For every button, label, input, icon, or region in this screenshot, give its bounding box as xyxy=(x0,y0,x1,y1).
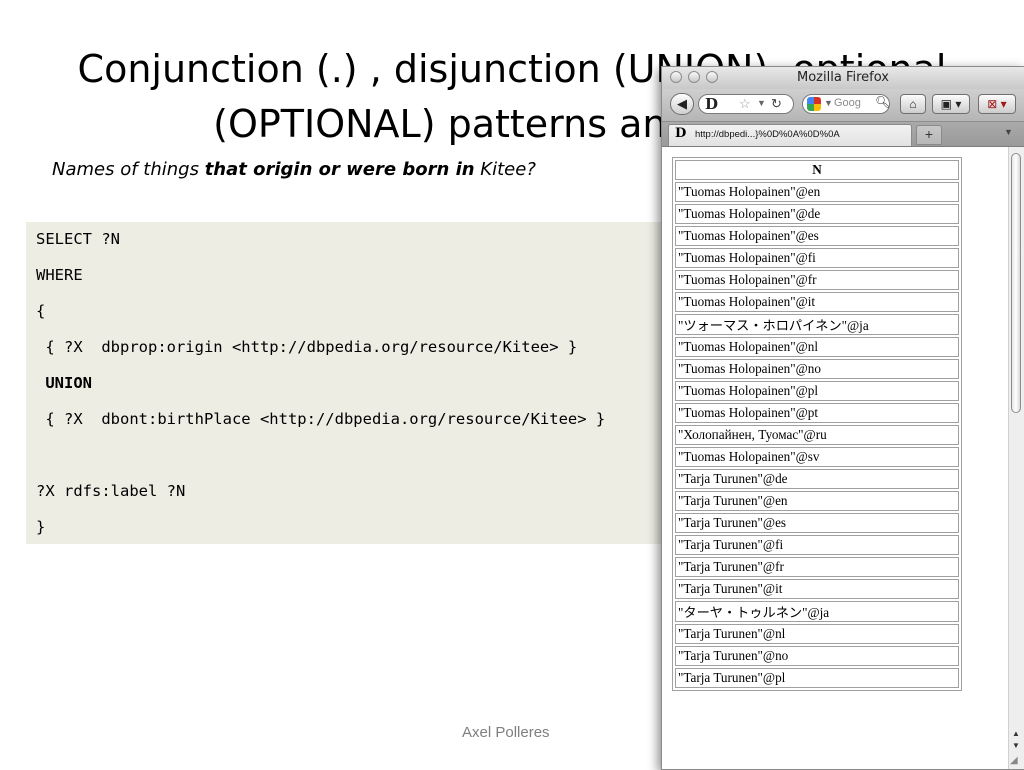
table-row: "Tarja Turunen"@nl xyxy=(675,624,959,644)
search-bar[interactable]: ▼ Goog 🔍︎ xyxy=(802,94,890,114)
result-cell: "Холопайнен, Туомас"@ru xyxy=(675,425,959,445)
window-title: Mozilla Firefox xyxy=(797,70,889,85)
tab-favicon: D xyxy=(675,126,687,141)
table-row: "Tarja Turunen"@fr xyxy=(675,557,959,577)
result-cell: "Tarja Turunen"@fi xyxy=(675,535,959,555)
table-row: "Tuomas Holopainen"@de xyxy=(675,204,959,224)
result-cell: "Tarja Turunen"@fr xyxy=(675,557,959,577)
table-row: "Tuomas Holopainen"@pt xyxy=(675,403,959,423)
subtitle-part-3: Kitee xyxy=(474,159,527,180)
result-cell: "Tuomas Holopainen"@fi xyxy=(675,248,959,268)
code-line: } xyxy=(36,518,46,536)
code-line: SELECT ?N xyxy=(36,230,120,248)
tab-label: http://dbpedi...}%0D%0A%0D%0A xyxy=(695,129,840,140)
code-line: { xyxy=(36,302,46,320)
site-favicon: D xyxy=(705,95,719,113)
scroll-up-icon[interactable]: ▲ xyxy=(1012,729,1020,738)
table-row: "Tuomas Holopainen"@sv xyxy=(675,447,959,467)
result-cell: "Tuomas Holopainen"@it xyxy=(675,292,959,312)
back-button[interactable]: ◀ xyxy=(670,93,694,115)
vertical-scrollbar[interactable]: ▲ ▼ xyxy=(1008,147,1024,769)
navigation-toolbar: ◀ D ☆ ▼ ↻ ▼ Goog 🔍︎ ⌂ ▣ ▾ ⊠ ▾ xyxy=(662,89,1024,122)
search-icon[interactable]: 🔍︎ xyxy=(875,95,890,109)
result-cell: "Tuomas Holopainen"@no xyxy=(675,359,959,379)
result-cell: "Tarja Turunen"@es xyxy=(675,513,959,533)
home-button[interactable]: ⌂ xyxy=(900,94,926,114)
result-cell: "Tarja Turunen"@nl xyxy=(675,624,959,644)
reload-icon[interactable]: ↻ xyxy=(771,96,782,112)
table-row: "Tarja Turunen"@fi xyxy=(675,535,959,555)
table-row: "Tuomas Holopainen"@fi xyxy=(675,248,959,268)
result-cell: "Tuomas Holopainen"@fr xyxy=(675,270,959,290)
table-row: "Tarja Turunen"@no xyxy=(675,646,959,666)
resize-grip-icon[interactable]: ◢ xyxy=(1010,755,1018,766)
table-header-row: N xyxy=(675,160,959,180)
result-cell: "Tuomas Holopainen"@es xyxy=(675,226,959,246)
google-icon[interactable] xyxy=(807,97,821,111)
url-bar[interactable]: D ☆ ▼ ↻ xyxy=(698,94,794,114)
search-engine-dropdown-icon[interactable]: ▼ xyxy=(824,98,833,108)
bookmarks-icon: ▣ ▾ xyxy=(940,97,962,111)
addon-icon: ⊠ ▾ xyxy=(987,97,1007,111)
url-history-dropdown-icon[interactable]: ▼ xyxy=(757,98,766,108)
code-line: WHERE xyxy=(36,266,83,284)
result-cell: "Tuomas Holopainen"@pl xyxy=(675,381,959,401)
table-row: "Tuomas Holopainen"@pl xyxy=(675,381,959,401)
result-cell: "Tarja Turunen"@pl xyxy=(675,668,959,688)
results-table: N "Tuomas Holopainen"@en "Tuomas Holopain… xyxy=(672,157,962,691)
table-row: "Tuomas Holopainen"@no xyxy=(675,359,959,379)
result-cell: "Tarja Turunen"@de xyxy=(675,469,959,489)
result-cell: "Tuomas Holopainen"@sv xyxy=(675,447,959,467)
search-input[interactable]: Goog xyxy=(834,97,861,109)
code-line: ?X rdfs:label ?N xyxy=(36,482,186,500)
result-cell: "Tarja Turunen"@no xyxy=(675,646,959,666)
code-line-union: UNION xyxy=(36,374,92,392)
bookmarks-button[interactable]: ▣ ▾ xyxy=(932,94,970,114)
window-titlebar[interactable]: Mozilla Firefox xyxy=(662,67,1024,89)
result-cell: "Tuomas Holopainen"@pt xyxy=(675,403,959,423)
column-header: N xyxy=(675,160,959,180)
result-cell: "Tarja Turunen"@it xyxy=(675,579,959,599)
result-cell: "ターヤ・トゥルネン"@ja xyxy=(675,601,959,622)
table-row: "Tuomas Holopainen"@it xyxy=(675,292,959,312)
back-arrow-icon: ◀ xyxy=(677,96,687,111)
table-row: "ツォーマス・ホロパイネン"@ja xyxy=(675,314,959,335)
page-content: N "Tuomas Holopainen"@en "Tuomas Holopain… xyxy=(662,147,1008,769)
result-cell: "Tuomas Holopainen"@nl xyxy=(675,337,959,357)
firefox-window: Mozilla Firefox ◀ D ☆ ▼ ↻ ▼ Goog 🔍︎ ⌂ ▣ … xyxy=(661,66,1024,770)
code-line: { ?X dbont:birthPlace <http://dbpedia.or… xyxy=(36,410,606,428)
scroll-down-icon[interactable]: ▼ xyxy=(1012,741,1020,750)
table-row: "Tarja Turunen"@en xyxy=(675,491,959,511)
table-row: "Tarja Turunen"@es xyxy=(675,513,959,533)
table-row: "Холопайнен, Туомас"@ru xyxy=(675,425,959,445)
table-row: "Tuomas Holopainen"@es xyxy=(675,226,959,246)
table-row: "Tarja Turunen"@it xyxy=(675,579,959,599)
result-cell: "Tuomas Holopainen"@de xyxy=(675,204,959,224)
tab-list-icon[interactable]: ▼ xyxy=(1004,127,1013,137)
subtitle-part-1: Names of things xyxy=(52,159,205,180)
addon-button[interactable]: ⊠ ▾ xyxy=(978,94,1016,114)
table-row: "Tuomas Holopainen"@nl xyxy=(675,337,959,357)
table-row: "ターヤ・トゥルネン"@ja xyxy=(675,601,959,622)
tab-dbpedia[interactable]: D http://dbpedi...}%0D%0A%0D%0A xyxy=(668,124,912,146)
slide-footer-author: Axel Polleres xyxy=(462,724,550,741)
home-icon: ⌂ xyxy=(909,97,917,111)
slide-subtitle: Names of things that origin or were born… xyxy=(52,159,536,180)
result-cell: "Tuomas Holopainen"@en xyxy=(675,182,959,202)
table-row: "Tuomas Holopainen"@en xyxy=(675,182,959,202)
table-row: "Tarja Turunen"@de xyxy=(675,469,959,489)
code-line: { ?X dbprop:origin <http://dbpedia.org/r… xyxy=(36,338,578,356)
subtitle-part-4: ? xyxy=(526,159,536,180)
subtitle-emphasis: that origin or were born in xyxy=(204,159,475,180)
tab-strip: D http://dbpedi...}%0D%0A%0D%0A + ▼ xyxy=(662,122,1024,147)
table-row: "Tuomas Holopainen"@fr xyxy=(675,270,959,290)
table-row: "Tarja Turunen"@pl xyxy=(675,668,959,688)
scrollbar-thumb[interactable] xyxy=(1011,153,1021,413)
result-cell: "Tarja Turunen"@en xyxy=(675,491,959,511)
new-tab-button[interactable]: + xyxy=(916,125,942,145)
sparql-code-block: SELECT ?N WHERE { { ?X dbprop:origin <ht… xyxy=(26,222,726,544)
bookmark-star-icon[interactable]: ☆ xyxy=(739,96,751,112)
result-cell: "ツォーマス・ホロパイネン"@ja xyxy=(675,314,959,335)
